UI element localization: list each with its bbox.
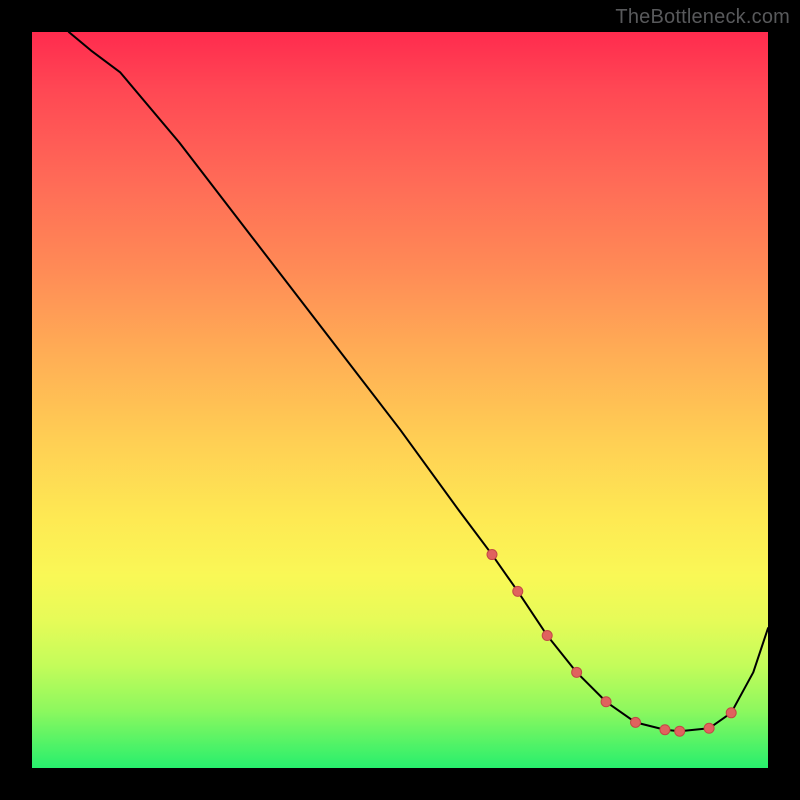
marker-point: [601, 697, 611, 707]
chart-container: TheBottleneck.com: [0, 0, 800, 800]
marker-point: [726, 708, 736, 718]
marker-point: [572, 667, 582, 677]
marker-point: [660, 725, 670, 735]
watermark-text: TheBottleneck.com: [615, 6, 790, 29]
plot-area: [32, 32, 768, 768]
marker-point: [675, 726, 685, 736]
marker-point: [704, 723, 714, 733]
chart-svg: [32, 32, 768, 768]
marker-point: [631, 717, 641, 727]
marker-point: [487, 550, 497, 560]
marker-point: [542, 631, 552, 641]
curve-line: [69, 32, 768, 731]
marker-point: [513, 586, 523, 596]
